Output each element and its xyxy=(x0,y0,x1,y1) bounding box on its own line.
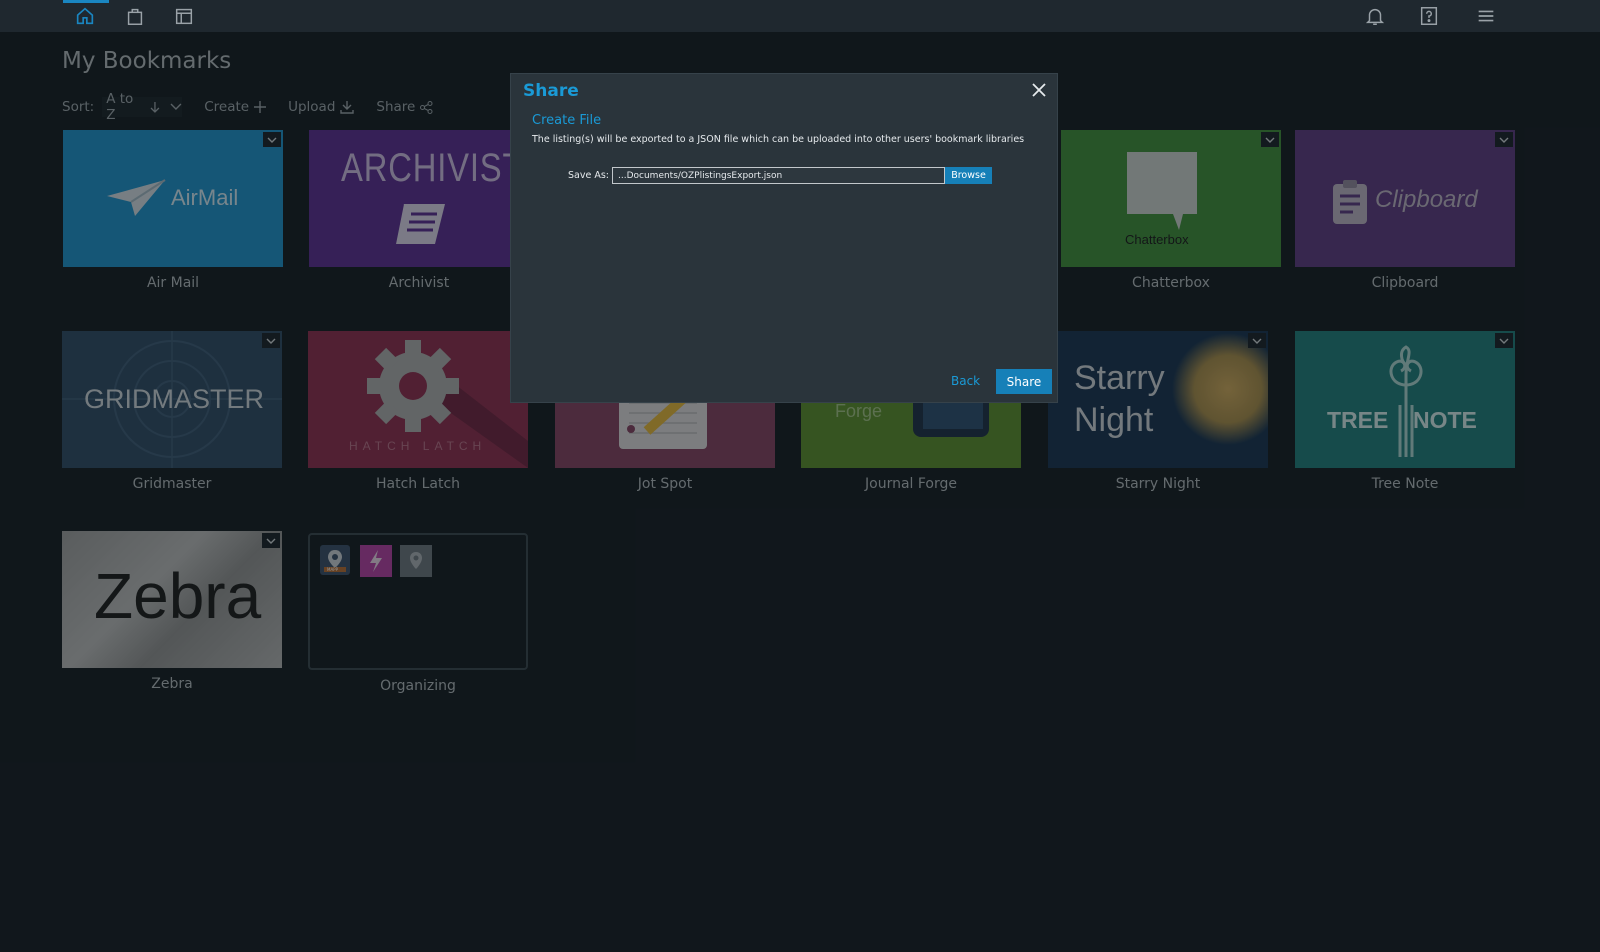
close-icon[interactable] xyxy=(1027,78,1051,102)
shopping-bag-icon[interactable] xyxy=(113,0,157,32)
share-button[interactable]: Share xyxy=(996,369,1052,394)
home-icon[interactable] xyxy=(63,0,109,32)
layout-icon[interactable] xyxy=(162,0,206,32)
save-as-field[interactable] xyxy=(612,167,945,184)
share-dialog: Share Create File The listing(s) will be… xyxy=(510,73,1058,403)
menu-icon[interactable] xyxy=(1464,0,1508,32)
dialog-title: Share xyxy=(523,81,579,101)
bell-icon[interactable] xyxy=(1353,0,1397,32)
help-icon[interactable] xyxy=(1407,0,1451,32)
save-as-label: Save As: xyxy=(568,170,609,181)
back-button[interactable]: Back xyxy=(951,374,980,388)
browse-button[interactable]: Browse xyxy=(945,167,992,184)
dialog-subtitle: Create File xyxy=(532,113,602,128)
dialog-description: The listing(s) will be exported to a JSO… xyxy=(532,134,1025,145)
top-nav-bar xyxy=(0,0,1600,32)
